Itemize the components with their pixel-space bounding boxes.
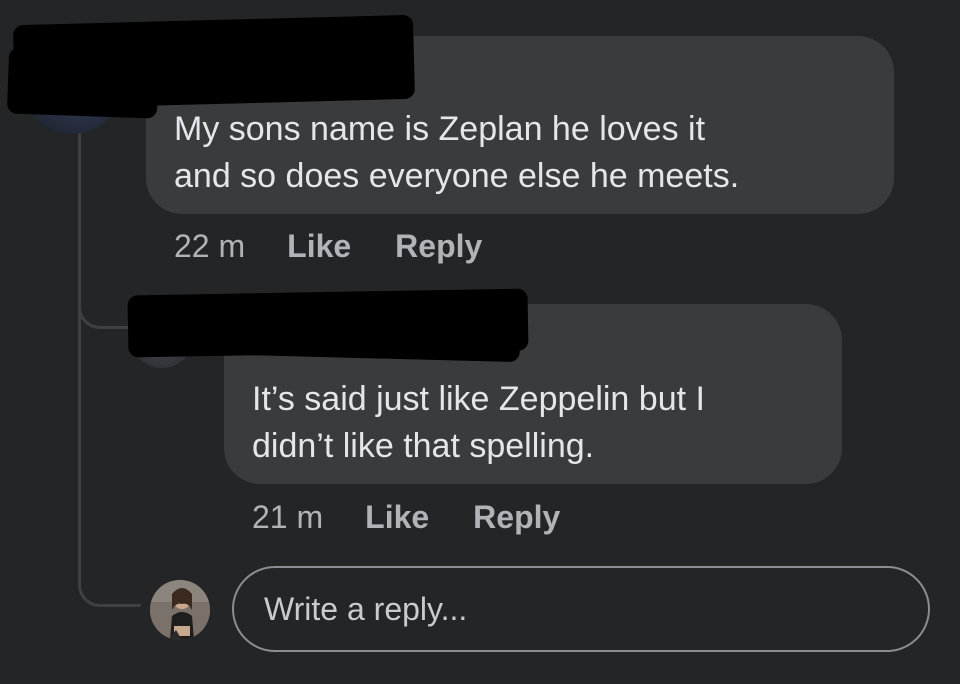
redaction-mark [6,47,160,119]
reply-button[interactable]: Reply [395,228,482,265]
comment-timestamp[interactable]: 22 m [174,228,245,265]
reply-button[interactable]: Reply [473,499,560,536]
comment-text-line: and so does everyone else he meets. [174,157,740,195]
thread-branch-reply [78,290,133,329]
reply-text-line: didn’t like that spelling. [252,427,595,465]
reply-input[interactable] [262,589,866,629]
thread-line [78,128,81,586]
current-user-avatar [150,580,210,640]
reply-text-line: It’s said just like Zeppelin but I [252,380,705,418]
like-button[interactable]: Like [365,499,429,536]
redaction-mark [199,313,521,363]
reply-actions: 21 m Like Reply [252,499,604,536]
comment-actions: 22 m Like Reply [174,228,526,265]
comment-text-line: My sons name is Zeplan he loves it [174,110,706,148]
profile-photo-icon [150,580,210,640]
reply-timestamp[interactable]: 21 m [252,499,323,536]
reply-input-container[interactable] [232,566,930,652]
like-button[interactable]: Like [287,228,351,265]
thread-branch-input [78,560,141,607]
